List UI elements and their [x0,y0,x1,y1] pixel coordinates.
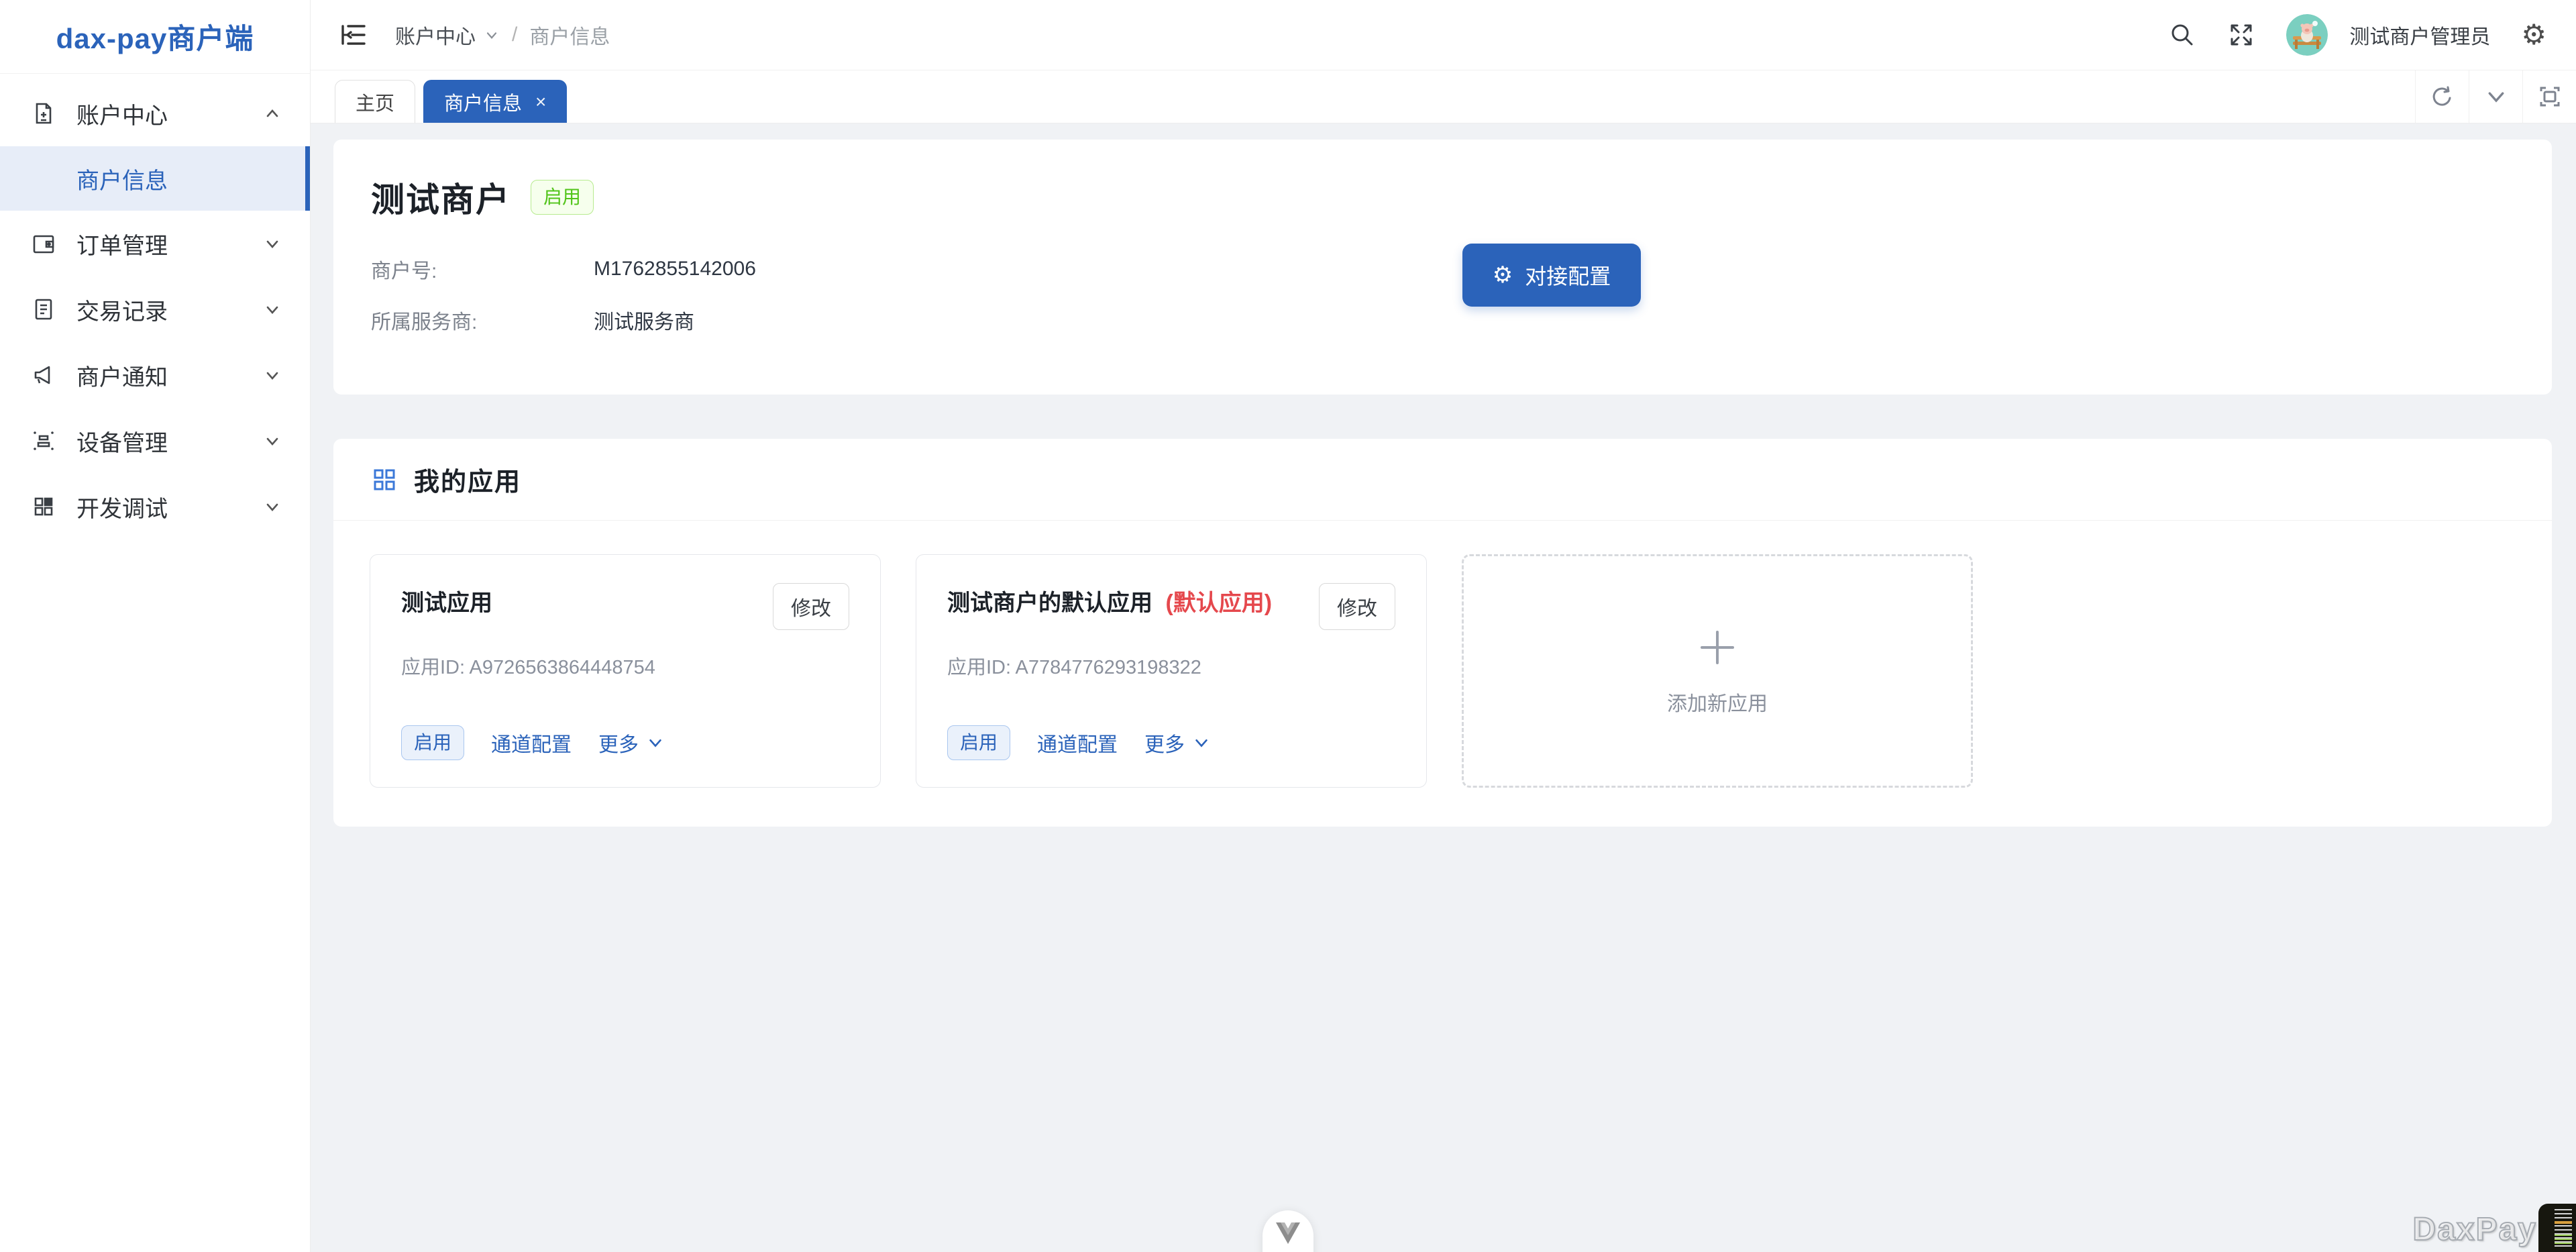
close-icon[interactable]: × [535,93,546,111]
chevron-up-icon [263,104,282,123]
file-plus-icon [28,98,59,129]
edit-app-button[interactable]: 修改 [1319,583,1395,630]
perf-tick-orange [2555,1221,2572,1224]
sidebar-item-dev-debug[interactable]: 开发调试 [0,474,310,539]
app-id-line: 应用ID: A9726563864448754 [401,651,849,680]
channel-config-link[interactable]: 通道配置 [491,728,572,758]
breadcrumb: 账户中心 / 商户信息 [395,20,610,50]
sidebar-item-label: 交易记录 [76,293,263,326]
avatar[interactable] [2286,14,2328,56]
app-name: 测试应用 [401,590,492,616]
merchant-field-row: 商户号: M1762855142006 [371,252,2514,286]
tabbar: 主页 商户信息 × [311,70,2576,123]
apps-section-title: 我的应用 [414,461,521,498]
main-area: 账户中心 / 商户信息 [311,0,2576,1252]
wallet-icon [28,228,59,259]
user-name[interactable]: 测试商户管理员 [2349,20,2490,50]
sidebar: dax-pay商户端 账户中心 商户信息 [0,0,311,1252]
fullscreen-icon[interactable] [2227,21,2255,49]
frame-expand-icon[interactable] [2522,70,2576,123]
my-apps-card: 我的应用 测试应用 修改 应用ID: A9726563864448754 [333,439,2552,827]
perf-ticks-green [2555,1235,2572,1244]
breadcrumb-separator: / [512,23,517,46]
app-card-default-app: 测试商户的默认应用 (默认应用) 修改 应用ID: A7784776293198… [916,554,1427,788]
add-new-app-button[interactable]: 添加新应用 [1462,554,1973,788]
chevron-down-icon [263,497,282,516]
search-icon[interactable] [2168,21,2196,49]
app-status-badge: 启用 [401,725,464,760]
tab-home[interactable]: 主页 [335,80,415,123]
sidebar-item-devices[interactable]: 设备管理 [0,408,310,474]
chevron-down-icon [1193,734,1210,751]
apps-grid-icon [371,466,398,493]
app-root: dax-pay商户端 账户中心 商户信息 [0,0,2576,1252]
sidebar-item-label: 开发调试 [76,490,263,523]
sidebar-item-label: 商户通知 [76,359,263,392]
sidebar-item-label: 账户中心 [76,97,263,130]
sidebar-subitem-label: 商户信息 [76,162,168,195]
chevron-down-icon [263,234,282,253]
tab-merchant-info[interactable]: 商户信息 × [423,80,567,123]
merchant-id-label: 商户号: [371,254,594,284]
vue-logo-icon [1275,1221,1301,1245]
merchant-id-value: M1762855142006 [594,258,756,280]
grid-icon [28,491,59,522]
app-id-line: 应用ID: A7784776293198322 [947,651,1395,680]
settings-gear-icon[interactable]: ⚙ [2521,21,2546,49]
active-rail [305,146,310,211]
default-app-tag: (默认应用) [1165,590,1272,616]
app-name: 测试商户的默认应用 [947,590,1152,616]
app-logo[interactable]: dax-pay商户端 [0,0,310,74]
sidebar-item-label: 设备管理 [76,425,263,458]
edit-app-button[interactable]: 修改 [773,583,849,630]
app-card-test-app: 测试应用 修改 应用ID: A9726563864448754 启用 通道配置 … [370,554,881,788]
connect-config-button[interactable]: ⚙ 对接配置 [1462,244,1641,307]
sidebar-item-label: 订单管理 [76,227,263,260]
chevron-down-icon[interactable] [2469,70,2522,123]
more-link[interactable]: 更多 [1144,728,1210,758]
more-link[interactable]: 更多 [598,728,664,758]
perf-monitor-widget [2538,1204,2576,1252]
app-status-badge: 启用 [947,725,1010,760]
chevron-down-icon [263,366,282,384]
chevron-down-icon [647,734,664,751]
daxpay-watermark: DaxPay [2413,1211,2537,1248]
merchant-status-badge: 启用 [531,180,594,215]
breadcrumb-item-merchant-info: 商户信息 [529,20,610,50]
merchant-field-row: 所属服务商: 测试服务商 [371,303,2514,337]
merchant-name: 测试商户 [371,173,511,221]
merchant-isv-label: 所属服务商: [371,305,594,335]
refresh-icon[interactable] [2415,70,2469,123]
channel-config-link[interactable]: 通道配置 [1037,728,1118,758]
content-area: 测试商户 启用 商户号: M1762855142006 所属服务商: 测试服务商… [311,123,2576,1252]
gear-icon: ⚙ [1493,264,1513,286]
chevron-down-icon [484,27,500,43]
sidebar-menu: 账户中心 商户信息 订单管理 [0,74,310,539]
sidebar-item-account-center[interactable]: 账户中心 [0,81,310,146]
sidebar-item-notifications[interactable]: 商户通知 [0,342,310,408]
ledger-icon [28,294,59,325]
sidebar-item-orders[interactable]: 订单管理 [0,211,310,276]
add-new-app-label: 添加新应用 [1667,687,1768,717]
collapse-menu-icon[interactable] [337,19,368,50]
megaphone-icon [28,360,59,390]
sidebar-item-transactions[interactable]: 交易记录 [0,276,310,342]
merchant-isv-value: 测试服务商 [594,305,694,335]
plus-icon [1695,625,1739,670]
merchant-info-card: 测试商户 启用 商户号: M1762855142006 所属服务商: 测试服务商… [333,140,2552,395]
chevron-down-icon [263,431,282,450]
breadcrumb-item-account-center[interactable]: 账户中心 [395,20,500,50]
top-header: 账户中心 / 商户信息 [311,0,2576,70]
chevron-down-icon [263,300,282,319]
scan-device-icon [28,425,59,456]
sidebar-item-merchant-info[interactable]: 商户信息 [0,146,310,211]
